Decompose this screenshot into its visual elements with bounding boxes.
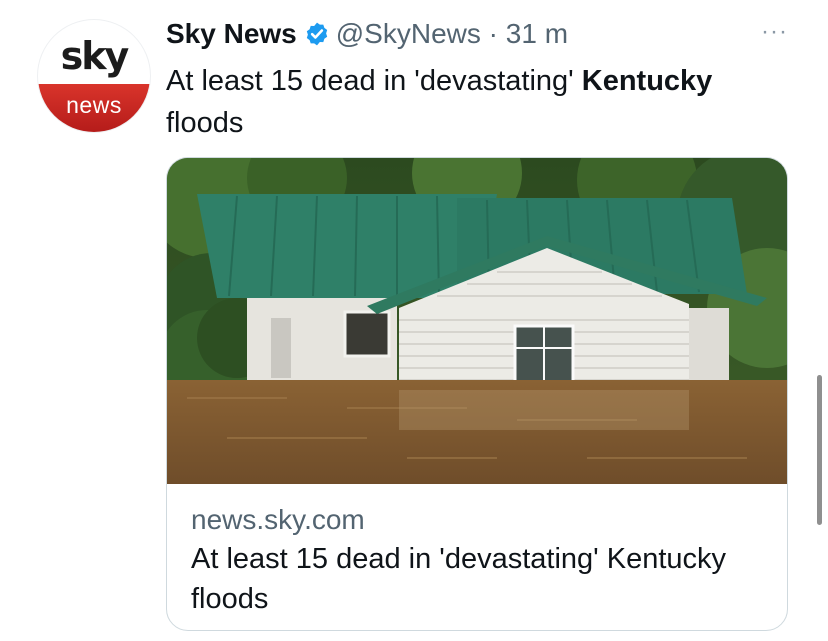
tweet-text: At least 15 dead in 'devastating' Kentuc… [166,60,786,144]
sky-news-avatar[interactable]: sky news [38,20,150,132]
card-domain: news.sky.com [191,504,365,535]
tweet-timestamp[interactable]: 31 m [506,18,568,49]
account-handle[interactable]: @SkyNews [336,18,481,49]
tweet-text-part-1: At least 15 dead in 'devastating' [166,65,582,97]
avatar-logo-sky: sky [60,34,130,78]
card-image-flooded-house[interactable] [167,158,787,484]
tweet-text-bold: Kentucky [581,65,713,97]
avatar-logo-news: news [66,92,122,118]
avatar-logo-news-band: news [38,84,150,132]
account-name[interactable]: Sky News [166,18,297,49]
more-options-icon[interactable]: ··· [761,20,788,44]
tweet-text-part-2: floods [166,107,244,139]
header-separator: · [488,18,498,49]
link-preview-card[interactable]: news.sky.com At least 15 dead in 'devast… [166,157,788,631]
scrollbar[interactable] [817,375,822,525]
flooded-house-illustration [167,158,787,484]
verified-badge-icon [306,22,327,46]
card-title: At least 15 dead in 'devastating' Kentuc… [191,543,727,615]
tweet-header: Sky News @SkyNews · 31 m [166,14,828,54]
